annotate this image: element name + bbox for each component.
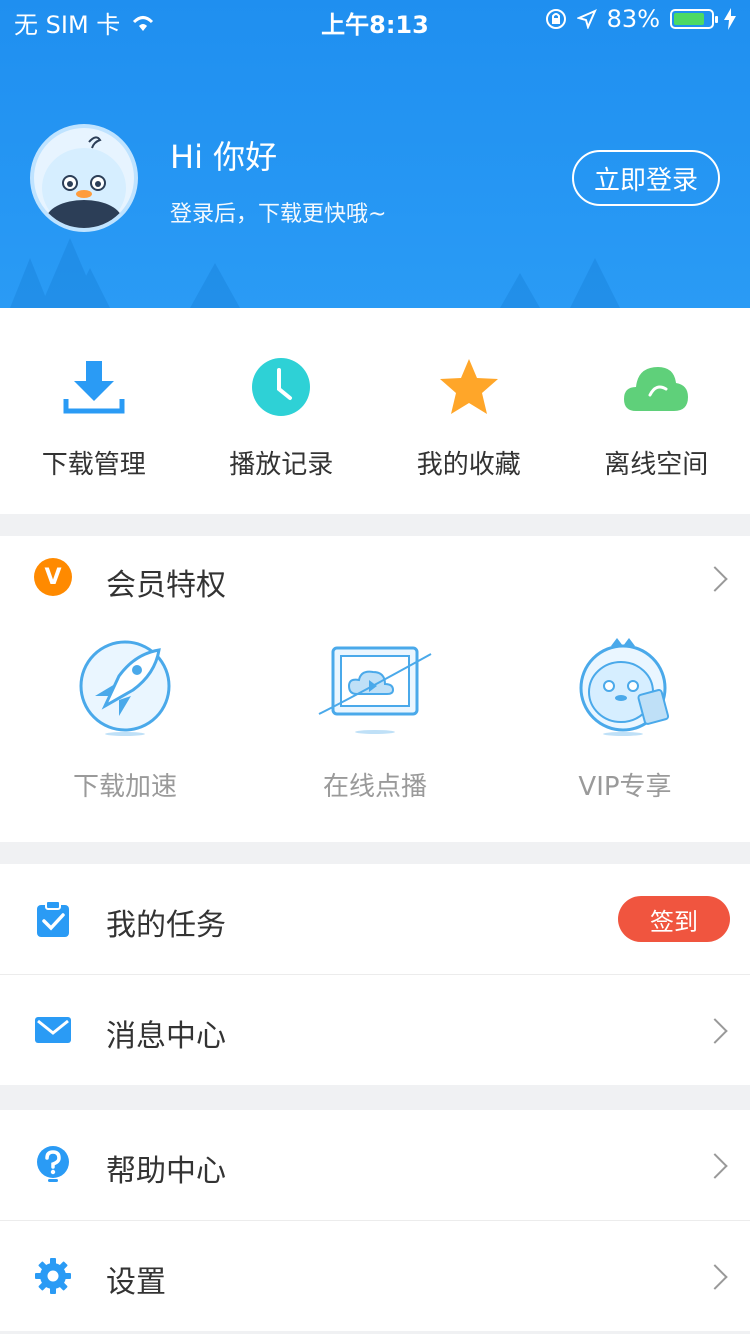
location-arrow-icon bbox=[576, 9, 597, 29]
login-button[interactable]: 立即登录 bbox=[572, 150, 720, 206]
perk-label: 在线点播 bbox=[322, 772, 427, 802]
member-privileges-row[interactable]: V 会员特权 bbox=[0, 536, 750, 622]
shortcut-offline-space[interactable]: 离线空间 bbox=[563, 308, 750, 514]
vip-badge-icon: V bbox=[34, 558, 72, 596]
shortcut-label: 播放记录 bbox=[229, 450, 334, 480]
shortcut-label: 离线空间 bbox=[604, 450, 709, 480]
perks-list: 下载加速 在线点播 VIP专享 bbox=[0, 636, 750, 803]
status-bar: 无 SIM 卡 上午8:13 83% bbox=[0, 0, 750, 40]
battery-icon bbox=[670, 9, 718, 29]
chevron-right-icon bbox=[702, 1018, 728, 1044]
shortcut-play-history[interactable]: 播放记录 bbox=[188, 308, 376, 514]
shortcut-download-manager[interactable]: 下载管理 bbox=[0, 308, 188, 514]
message-center-row[interactable]: 消息中心 bbox=[0, 974, 750, 1085]
member-privileges-title: 会员特权 bbox=[106, 568, 226, 603]
chevron-right-icon bbox=[702, 1153, 728, 1179]
perk-vip-exclusive[interactable]: VIP专享 bbox=[510, 636, 740, 803]
clipboard-check-icon bbox=[37, 900, 69, 937]
perk-label: 下载加速 bbox=[72, 772, 177, 802]
checkin-button[interactable]: 签到 bbox=[618, 896, 730, 942]
vip-mascot-icon bbox=[579, 638, 670, 736]
list-group-help: 帮助中心 设置 bbox=[0, 1110, 750, 1331]
login-hint-text: 登录后，下载更快哦~ bbox=[170, 202, 387, 227]
settings-row[interactable]: 设置 bbox=[0, 1220, 750, 1331]
tv-play-icon bbox=[318, 646, 432, 734]
member-privileges-section: V 会员特权 下载加速 在线点播 VIP专享 bbox=[0, 536, 750, 842]
profile-header: 无 SIM 卡 上午8:13 83% Hi 你好 登录后，下载更快哦~ 立即登录 bbox=[0, 0, 750, 308]
list-group-tasks: 我的任务 签到 消息中心 bbox=[0, 864, 750, 1085]
profile-page: 无 SIM 卡 上午8:13 83% Hi 你好 登录后，下载更快哦~ 立即登录… bbox=[0, 0, 750, 1334]
my-tasks-label: 我的任务 bbox=[106, 908, 226, 943]
avatar[interactable] bbox=[30, 124, 138, 232]
help-center-label: 帮助中心 bbox=[106, 1154, 226, 1189]
shortcut-bar: 下载管理 播放记录 我的收藏 离线空间 bbox=[0, 308, 750, 514]
perk-online-play[interactable]: 在线点播 bbox=[260, 636, 490, 803]
star-icon bbox=[439, 359, 498, 414]
gear-icon bbox=[35, 1258, 71, 1294]
charging-bolt-icon bbox=[724, 8, 736, 30]
message-center-label: 消息中心 bbox=[106, 1019, 226, 1054]
rocket-icon bbox=[79, 640, 171, 736]
battery-percent: 83% bbox=[606, 5, 660, 33]
download-icon bbox=[63, 361, 125, 414]
shortcut-favorites[interactable]: 我的收藏 bbox=[375, 308, 563, 514]
rotation-lock-icon bbox=[545, 9, 566, 29]
perk-label: VIP专享 bbox=[578, 772, 672, 802]
shortcut-label: 下载管理 bbox=[41, 450, 146, 480]
clock-icon bbox=[252, 358, 311, 416]
shortcut-label: 我的收藏 bbox=[416, 450, 521, 480]
help-icon bbox=[37, 1146, 69, 1182]
settings-label: 设置 bbox=[106, 1265, 166, 1300]
trees-decoration bbox=[10, 238, 620, 308]
perk-download-boost[interactable]: 下载加速 bbox=[10, 636, 240, 803]
cloud-icon bbox=[624, 367, 689, 411]
chevron-right-icon bbox=[702, 1264, 728, 1290]
my-tasks-row[interactable]: 我的任务 签到 bbox=[0, 864, 750, 974]
mail-icon bbox=[35, 1017, 71, 1043]
greeting-text: Hi 你好 bbox=[170, 138, 278, 176]
help-center-row[interactable]: 帮助中心 bbox=[0, 1110, 750, 1220]
chevron-right-icon bbox=[702, 566, 728, 592]
mascot-avatar-icon bbox=[42, 136, 126, 228]
